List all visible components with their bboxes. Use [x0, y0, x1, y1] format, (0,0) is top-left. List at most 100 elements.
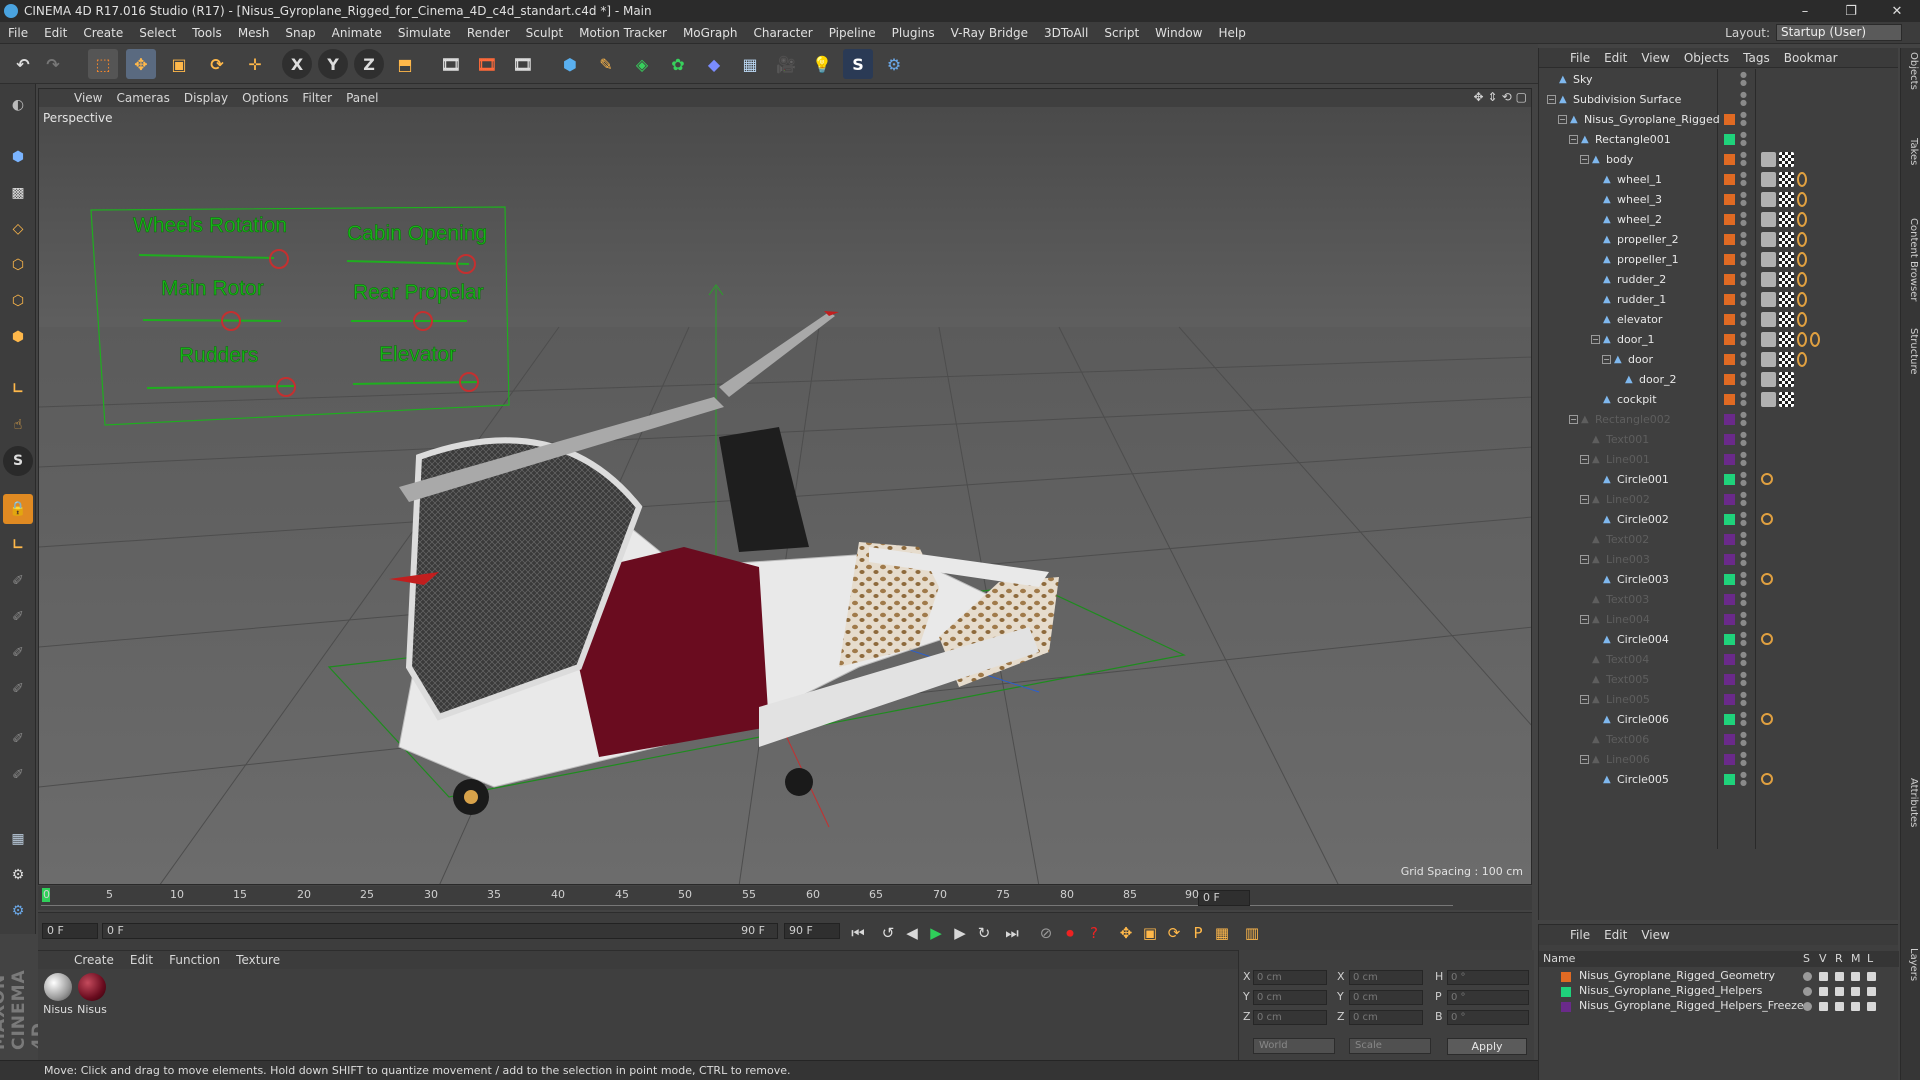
side-tab-objects[interactable]: Objects — [1903, 52, 1919, 90]
z-axis-lock-icon[interactable]: Z — [354, 49, 384, 79]
xpresso-tag-icon[interactable] — [1761, 773, 1773, 785]
expand-toggle-icon[interactable]: − — [1547, 94, 1556, 104]
visibility-dots-icon[interactable]: ● ● — [1740, 331, 1747, 347]
layer-row[interactable]: Nisus_Gyroplane_Rigged_Geometry — [1539, 969, 1899, 984]
xpresso-tag-icon[interactable] — [1761, 633, 1773, 645]
expand-toggle-icon[interactable]: − — [1580, 614, 1589, 624]
expand-toggle-icon[interactable]: − — [1580, 494, 1589, 504]
texture-mode-icon[interactable]: ▩ — [3, 178, 33, 208]
record-active-objects-icon[interactable]: ⊘ — [1034, 922, 1058, 944]
material-swatch-2[interactable]: Nisus — [76, 973, 108, 1016]
visibility-dots-icon[interactable]: ● ● — [1740, 731, 1747, 747]
object-row-rudder-1[interactable]: ▲ rudder_1 ● ● — [1539, 289, 1899, 309]
x-axis-lock-icon[interactable]: X — [282, 49, 312, 79]
object-menu-tags[interactable]: Tags — [1736, 51, 1777, 65]
viewport-menu-view[interactable]: View — [67, 91, 109, 105]
object-row-line005[interactable]: − ▲ Line005 ● ● — [1539, 689, 1899, 709]
menu-mesh[interactable]: Mesh — [230, 26, 278, 40]
current-frame-field[interactable]: 0 F — [1198, 890, 1250, 906]
scale-tool-icon[interactable]: ▣ — [164, 49, 194, 79]
visibility-dots-icon[interactable]: ● ● — [1740, 771, 1747, 787]
constraint-tag-icon[interactable] — [1797, 211, 1807, 227]
layer-color-swatch[interactable] — [1724, 153, 1735, 165]
texture-tag-icon[interactable] — [1761, 351, 1776, 367]
texture-tag-icon[interactable] — [1761, 311, 1776, 327]
layer-color-swatch[interactable] — [1724, 393, 1735, 405]
render-region-icon[interactable]: ⚙ — [3, 860, 33, 890]
render-view-icon[interactable]: 🎞 — [436, 49, 466, 79]
xpresso-tag-icon[interactable] — [1761, 573, 1773, 585]
object-row-nisus-gyroplane-rigged[interactable]: − ▲ Nisus_Gyroplane_Rigged ● ● — [1539, 109, 1899, 129]
layer-color-swatch[interactable] — [1724, 233, 1735, 245]
next-frame-icon[interactable]: ▶ — [948, 922, 972, 944]
apply-button[interactable]: Apply — [1447, 1038, 1527, 1055]
layer-color-swatch[interactable] — [1724, 753, 1735, 765]
grid-lock-icon[interactable]: ▦ — [3, 824, 33, 854]
point-level-animation-icon[interactable]: ▦ — [1210, 922, 1234, 944]
constraint-tag-icon[interactable] — [1797, 271, 1807, 287]
layer-color-swatch[interactable] — [1724, 213, 1735, 225]
visibility-dots-icon[interactable]: ● ● — [1740, 391, 1747, 407]
move-tool-icon[interactable]: ✥ — [126, 49, 156, 79]
layer-flag-icon[interactable] — [1835, 1002, 1844, 1011]
layer-row[interactable]: Nisus_Gyroplane_Rigged_Helpers_Freeze — [1539, 999, 1899, 1014]
layer-color-swatch[interactable] — [1724, 453, 1735, 465]
quantize-icon[interactable]: ∟ — [3, 530, 33, 560]
side-tab-content-browser[interactable]: Content Browser — [1903, 218, 1919, 301]
menu-animate[interactable]: Animate — [324, 26, 390, 40]
texture-tag-icon[interactable] — [1761, 251, 1776, 267]
object-row-line002[interactable]: − ▲ Line002 ● ● — [1539, 489, 1899, 509]
texture-tag-icon[interactable] — [1761, 391, 1776, 407]
camera-icon[interactable]: 🎥 — [771, 49, 801, 79]
layer-flag-icon[interactable] — [1835, 972, 1844, 981]
object-row-text002[interactable]: ▲ Text002 ● ● — [1539, 529, 1899, 549]
visibility-dots-icon[interactable]: ● ● — [1740, 91, 1747, 107]
object-row-line006[interactable]: − ▲ Line006 ● ● — [1539, 749, 1899, 769]
object-row-text003[interactable]: ▲ Text003 ● ● — [1539, 589, 1899, 609]
object-row-door-2[interactable]: ▲ door_2 ● ● — [1539, 369, 1899, 389]
layer-color-swatch[interactable] — [1724, 293, 1735, 305]
sculpt-inflate-icon[interactable]: ✐ — [3, 760, 33, 790]
expand-toggle-icon[interactable]: − — [1558, 114, 1567, 124]
maximize-button[interactable]: ❐ — [1828, 0, 1874, 22]
sculpt-pinch-icon[interactable]: ✐ — [3, 724, 33, 754]
visibility-dots-icon[interactable]: ● ● — [1740, 71, 1747, 87]
object-row-circle002[interactable]: ▲ Circle002 ● ● — [1539, 509, 1899, 529]
uvw-tag-icon[interactable] — [1779, 171, 1794, 187]
object-menu-bookmar[interactable]: Bookmar — [1777, 51, 1845, 65]
layer-color-swatch[interactable] — [1724, 433, 1735, 445]
perspective-viewport[interactable]: ✥ ⇕ ⟲ ▢ View Cameras Display Options Filter P… — [38, 88, 1532, 885]
layer-flag-icon[interactable] — [1803, 972, 1812, 981]
parameter-track-icon[interactable]: P — [1186, 922, 1210, 944]
visibility-dots-icon[interactable]: ● ● — [1740, 551, 1747, 567]
light-icon[interactable]: 💡 — [807, 49, 837, 79]
subdivision-surface-icon[interactable]: ◈ — [627, 49, 657, 79]
texture-tag-icon[interactable] — [1761, 191, 1776, 207]
floor-icon[interactable]: ▦ — [735, 49, 765, 79]
uvw-tag-icon[interactable] — [1779, 351, 1794, 367]
expand-toggle-icon[interactable]: − — [1569, 414, 1578, 424]
visibility-dots-icon[interactable]: ● ● — [1740, 231, 1747, 247]
object-menu-file[interactable]: File — [1563, 51, 1597, 65]
object-menu-objects[interactable]: Objects — [1677, 51, 1736, 65]
object-row-subdivision-surface[interactable]: − ▲ Subdivision Surface ● ● — [1539, 89, 1899, 109]
uvw-tag-icon[interactable] — [1779, 211, 1794, 227]
layer-color-swatch[interactable] — [1724, 113, 1735, 125]
menu-character[interactable]: Character — [745, 26, 820, 40]
visibility-dots-icon[interactable]: ● ● — [1740, 511, 1747, 527]
visibility-dots-icon[interactable]: ● ● — [1740, 111, 1747, 127]
constraint-tag-icon[interactable] — [1797, 171, 1807, 187]
layer-color-swatch[interactable] — [1724, 673, 1735, 685]
layer-color-swatch[interactable] — [1724, 493, 1735, 505]
menu-window[interactable]: Window — [1147, 26, 1210, 40]
layer-color-swatch[interactable] — [1724, 593, 1735, 605]
sculpt-brush-icon[interactable]: ✐ — [3, 566, 33, 596]
coordinate-mode-dropdown[interactable]: World — [1253, 1038, 1335, 1054]
layer-color-swatch[interactable] — [1724, 633, 1735, 645]
expand-toggle-icon[interactable]: − — [1580, 694, 1589, 704]
object-row-propeller-2[interactable]: ▲ propeller_2 ● ● — [1539, 229, 1899, 249]
visibility-dots-icon[interactable]: ● ● — [1740, 471, 1747, 487]
constraint-tag-icon[interactable] — [1797, 251, 1807, 267]
coord-pos-field[interactable]: 0 cm — [1253, 1010, 1327, 1025]
constraint-tag-icon[interactable] — [1797, 351, 1807, 367]
